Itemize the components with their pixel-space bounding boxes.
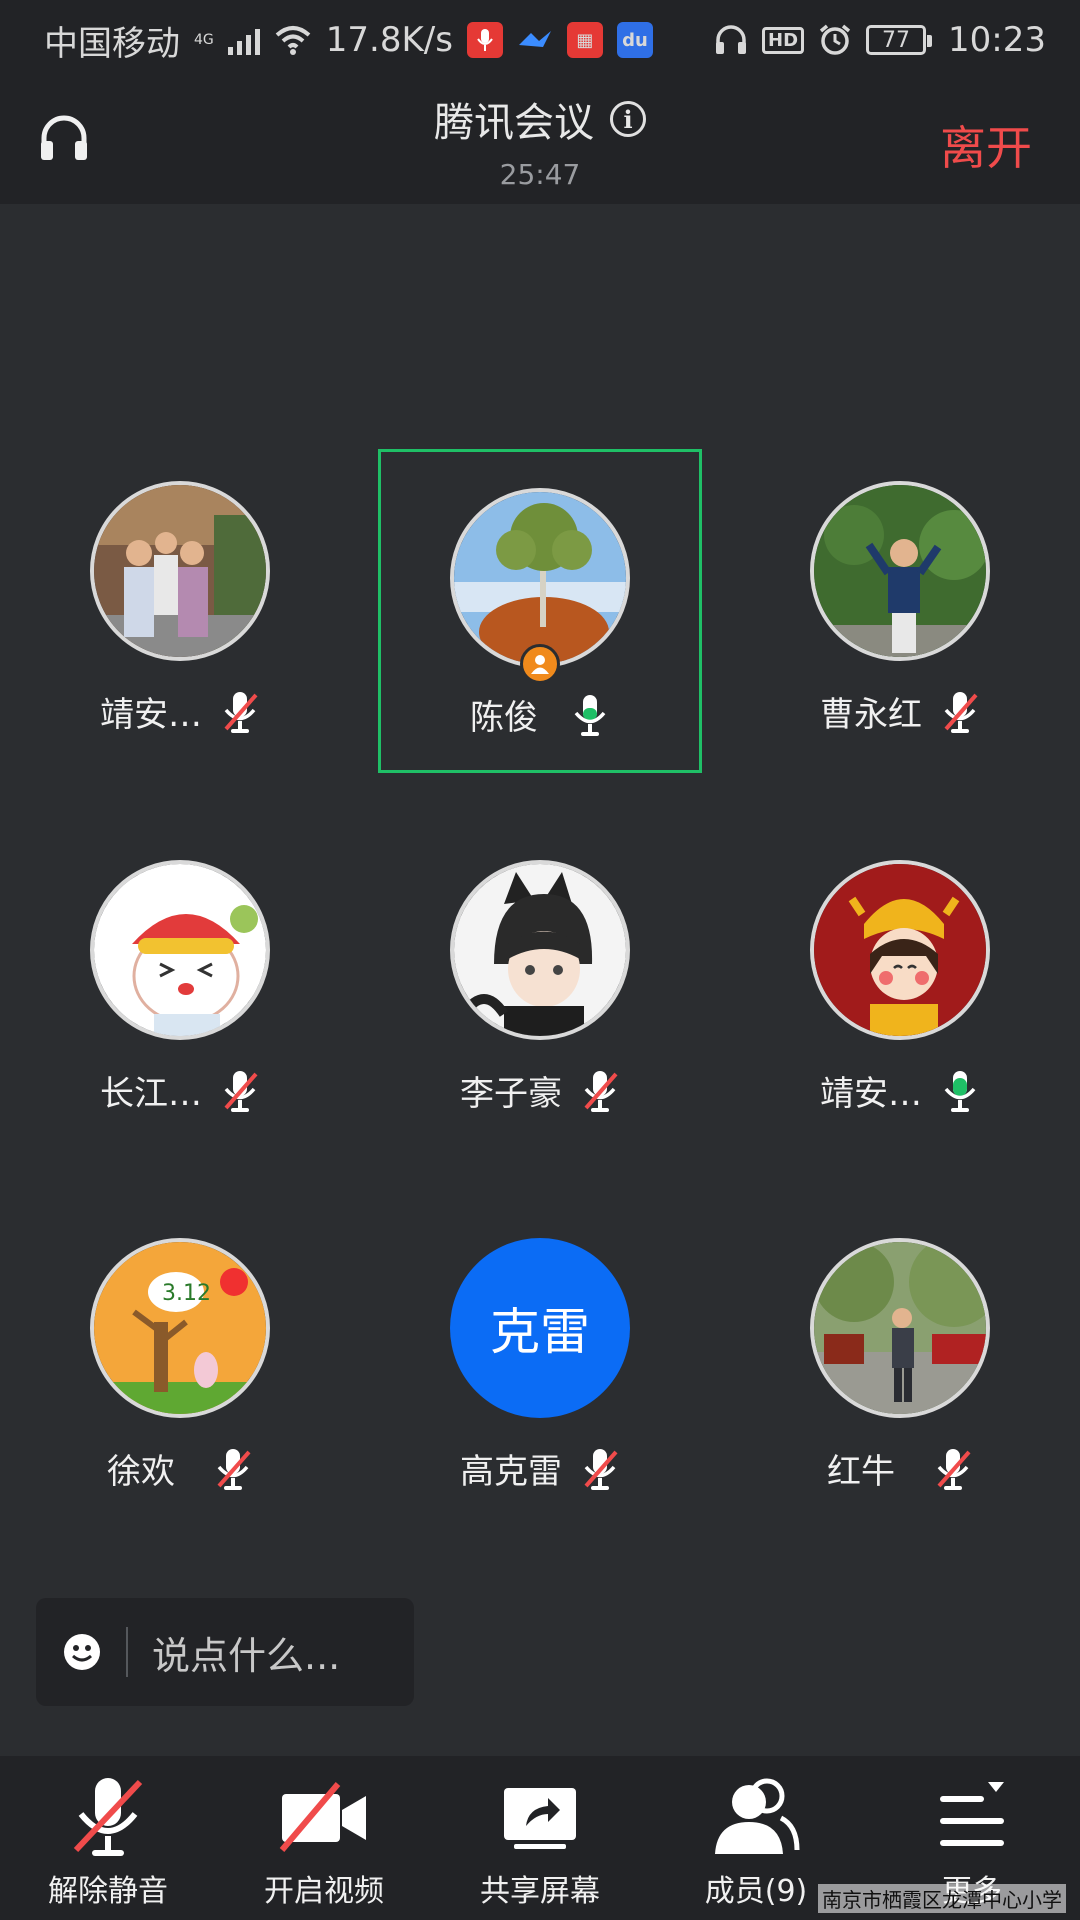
video-off-icon [279,1782,366,1852]
members-icon [715,1778,800,1854]
participant-tile[interactable]: 靖安… [10,451,350,775]
chat-placeholder: 说点什么... [152,1633,341,1678]
avatar [810,1238,990,1418]
avatar [810,481,990,661]
meeting-header: 腾讯会议 i 25:47 离开 [0,80,1080,204]
avatar [90,860,270,1040]
meeting-title: 腾讯会议 [434,100,594,146]
avatar [90,481,270,661]
share-label: 共享屏幕 [480,1874,600,1909]
network-type: 4G [194,32,214,48]
recorder-app-icon [466,22,503,58]
alarm-icon [819,24,851,55]
signal-icon [227,25,260,55]
mic-muted-icon [224,1070,258,1112]
participant-tile[interactable]: 曹永红 [730,451,1070,775]
participant-name: 徐欢 [107,1452,175,1492]
clock: 10:23 [948,20,1046,60]
video-label: 开启视频 [264,1874,384,1909]
participant-tile[interactable]: 长江… [10,830,350,1154]
watermark: 南京市栖霞区龙潭中心小学 [818,1884,1066,1913]
feishu-app-icon [517,20,553,60]
avatar-initials: 克雷 [450,1238,630,1418]
more-menu-icon [940,1782,1004,1846]
mic-active-icon [944,1070,976,1112]
participant-name: 靖安… [100,695,202,735]
mic-muted-icon [584,1070,618,1112]
network-speed: 17.8K/s [325,20,453,60]
participant-tile[interactable]: 3.12 徐欢 [10,1208,350,1532]
mic-muted-icon [937,1448,971,1490]
avatar: 3.12 [90,1238,270,1418]
hd-icon: HD [762,26,805,54]
participant-tile[interactable]: 李子豪 [370,830,710,1154]
participant-name: 曹永红 [820,695,922,735]
app-badge-icon: ▦ [566,22,603,58]
battery-icon: 77 [866,25,933,55]
mic-muted-icon [224,691,258,733]
mic-muted-icon [584,1448,618,1490]
mic-muted-icon [73,1778,143,1856]
share-screen-button[interactable]: 共享屏幕 [432,1756,648,1920]
wifi-icon [275,26,311,55]
chat-input[interactable]: 说点什么... [36,1598,414,1706]
leave-button[interactable]: 离开 [940,112,1032,178]
mic-active-icon [574,694,606,736]
avatar [450,860,630,1040]
emoji-icon[interactable] [62,1632,102,1672]
baidu-app-icon: du [616,22,653,58]
host-badge-icon [520,644,560,684]
avatar [450,488,630,668]
participant-name: 李子豪 [460,1074,562,1114]
info-icon[interactable]: i [610,101,646,137]
participant-name: 靖安… [820,1074,922,1114]
participant-tile[interactable]: 靖安… [730,830,1070,1154]
status-bar: 中国移动 4G 17.8K/s ▦ du HD 77 10:23 [0,0,1080,80]
unmute-label: 解除静音 [48,1874,168,1909]
carrier-label: 中国移动 [44,23,180,64]
participant-name: 高克雷 [460,1452,562,1492]
start-video-button[interactable]: 开启视频 [216,1756,432,1920]
meeting-timer: 25:47 [499,158,581,191]
mic-muted-icon [217,1448,251,1490]
divider [126,1627,128,1677]
participant-name: 陈俊 [470,698,538,738]
participant-name: 长江… [100,1074,202,1114]
avatar [810,860,990,1040]
participant-tile[interactable]: 克雷 高克雷 [370,1208,710,1532]
svg-text:3.12: 3.12 [162,1281,211,1306]
headset-status-icon [716,25,746,54]
participant-tile-active-speaker[interactable]: 陈俊 [378,449,702,773]
mic-muted-icon [944,691,978,733]
participant-name: 红牛 [827,1452,895,1492]
share-screen-icon [504,1788,576,1849]
participant-tile[interactable]: 红牛 [730,1208,1070,1532]
unmute-button[interactable]: 解除静音 [0,1756,216,1920]
